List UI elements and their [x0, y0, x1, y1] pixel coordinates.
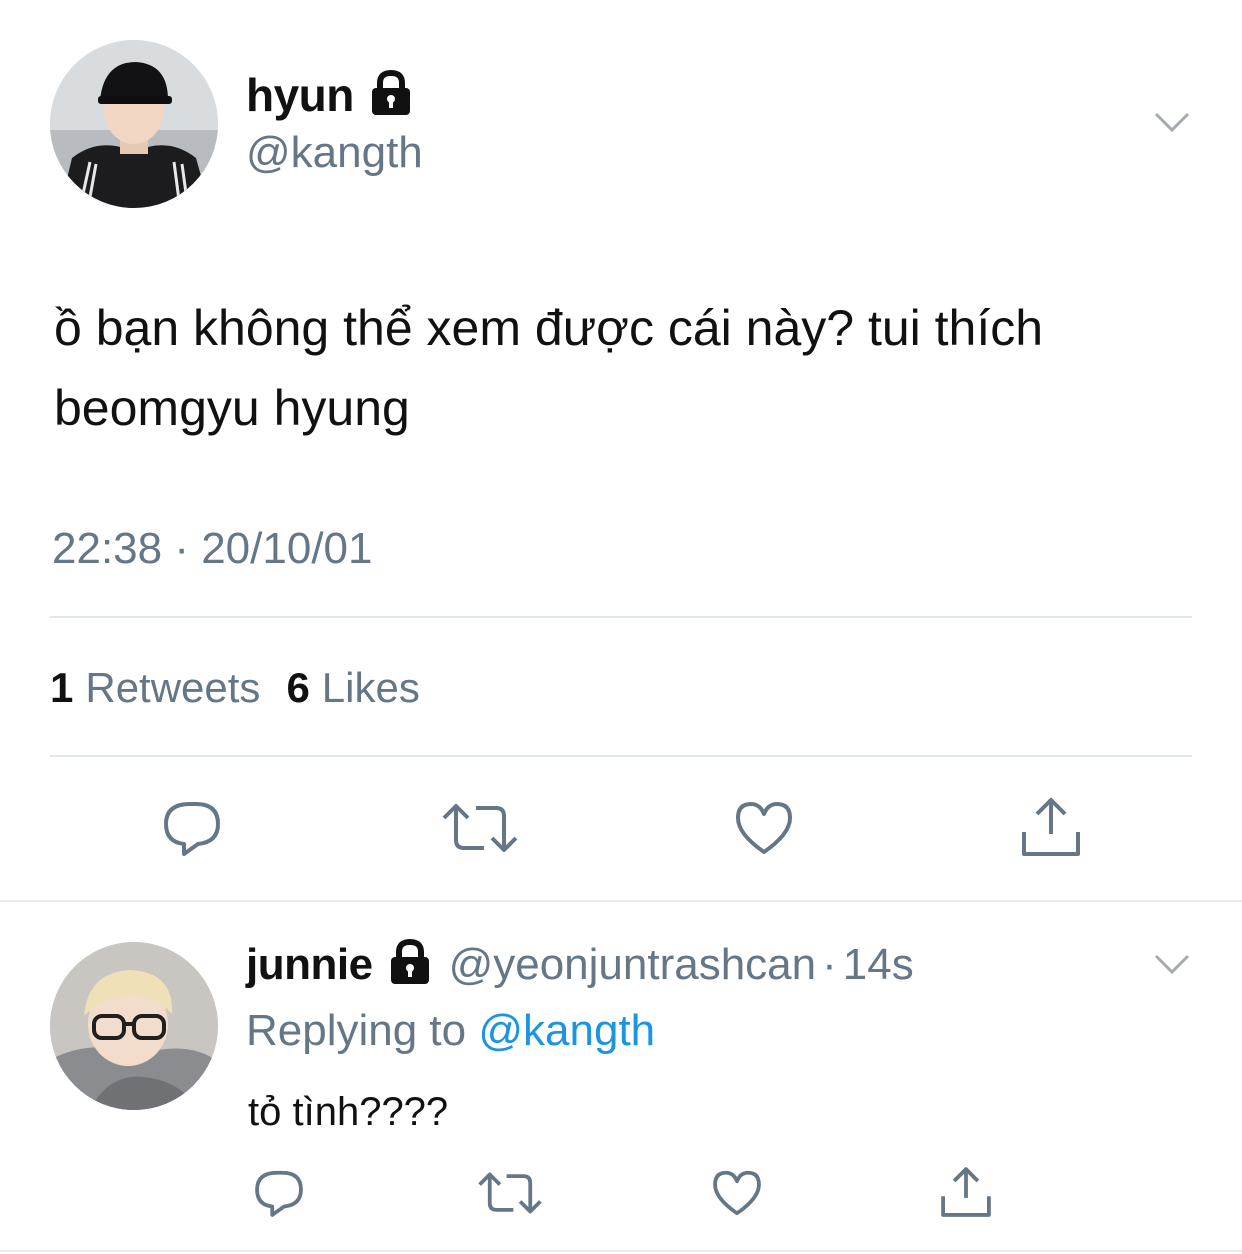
retweet-button[interactable]	[440, 796, 520, 860]
replying-to-mention[interactable]: @kangth	[478, 1006, 655, 1055]
like-button[interactable]	[732, 796, 796, 860]
reply-menu-button[interactable]	[1150, 948, 1194, 980]
reply-author-avatar[interactable]	[50, 942, 218, 1110]
author-avatar[interactable]	[50, 40, 218, 208]
lock-icon	[387, 938, 433, 991]
chevron-down-icon	[1154, 954, 1190, 975]
author-name-row: hyun	[246, 68, 414, 122]
reply-retweet-button[interactable]	[476, 1166, 544, 1220]
tweet-menu-button[interactable]	[1150, 106, 1194, 138]
chevron-down-icon	[1154, 112, 1190, 133]
tweet-text-line-1: ồ bạn không thể xem được cái này? tui th…	[54, 300, 1044, 356]
section-separator	[0, 1250, 1242, 1252]
avatar-photo	[50, 40, 218, 208]
tweet-text-line-2: beomgyu hyung	[54, 380, 410, 436]
share-icon	[1022, 798, 1080, 856]
replying-to: Replying to @kangth	[246, 1006, 655, 1056]
retweets-count[interactable]: 1	[50, 664, 73, 712]
reply-share-button[interactable]	[938, 1164, 994, 1220]
likes-count[interactable]: 6	[286, 664, 309, 712]
divider	[50, 755, 1192, 757]
reply-handle[interactable]: @yeonjuntrashcan	[449, 940, 817, 990]
likes-label[interactable]: Likes	[322, 664, 420, 712]
tweet-timestamp[interactable]: 22:38 · 20/10/01	[52, 524, 372, 574]
engagement-stats: 1 Retweets 6 Likes	[50, 664, 420, 712]
reply-button[interactable]	[160, 796, 224, 860]
author-display-name[interactable]: hyun	[246, 68, 354, 122]
replying-to-label: Replying to	[246, 1006, 467, 1055]
reply-reply-button[interactable]	[252, 1166, 306, 1220]
tweet-text: ồ bạn không thể xem được cái này? tui th…	[54, 288, 1214, 448]
meta-separator: ·	[822, 939, 837, 989]
share-icon	[941, 1167, 991, 1217]
reply-header: junnie @yeonjuntrashcan · 14s	[246, 938, 914, 991]
avatar-photo	[50, 942, 218, 1110]
section-separator	[0, 900, 1242, 902]
reply-icon	[255, 1170, 303, 1217]
reply-like-button[interactable]	[710, 1166, 764, 1220]
author-handle[interactable]: @kangth	[246, 128, 423, 178]
heart-icon	[736, 802, 792, 854]
retweets-label[interactable]: Retweets	[85, 664, 260, 712]
share-button[interactable]	[1018, 794, 1084, 860]
retweet-icon	[442, 804, 518, 852]
heart-icon	[713, 1170, 761, 1216]
reply-text: tỏ tình????	[248, 1090, 449, 1134]
reply-display-name[interactable]: junnie	[246, 940, 373, 990]
reply-icon	[164, 802, 220, 856]
lock-icon	[368, 69, 414, 122]
divider	[50, 616, 1192, 618]
reply-time[interactable]: 14s	[843, 940, 914, 990]
retweet-icon	[478, 1172, 542, 1214]
